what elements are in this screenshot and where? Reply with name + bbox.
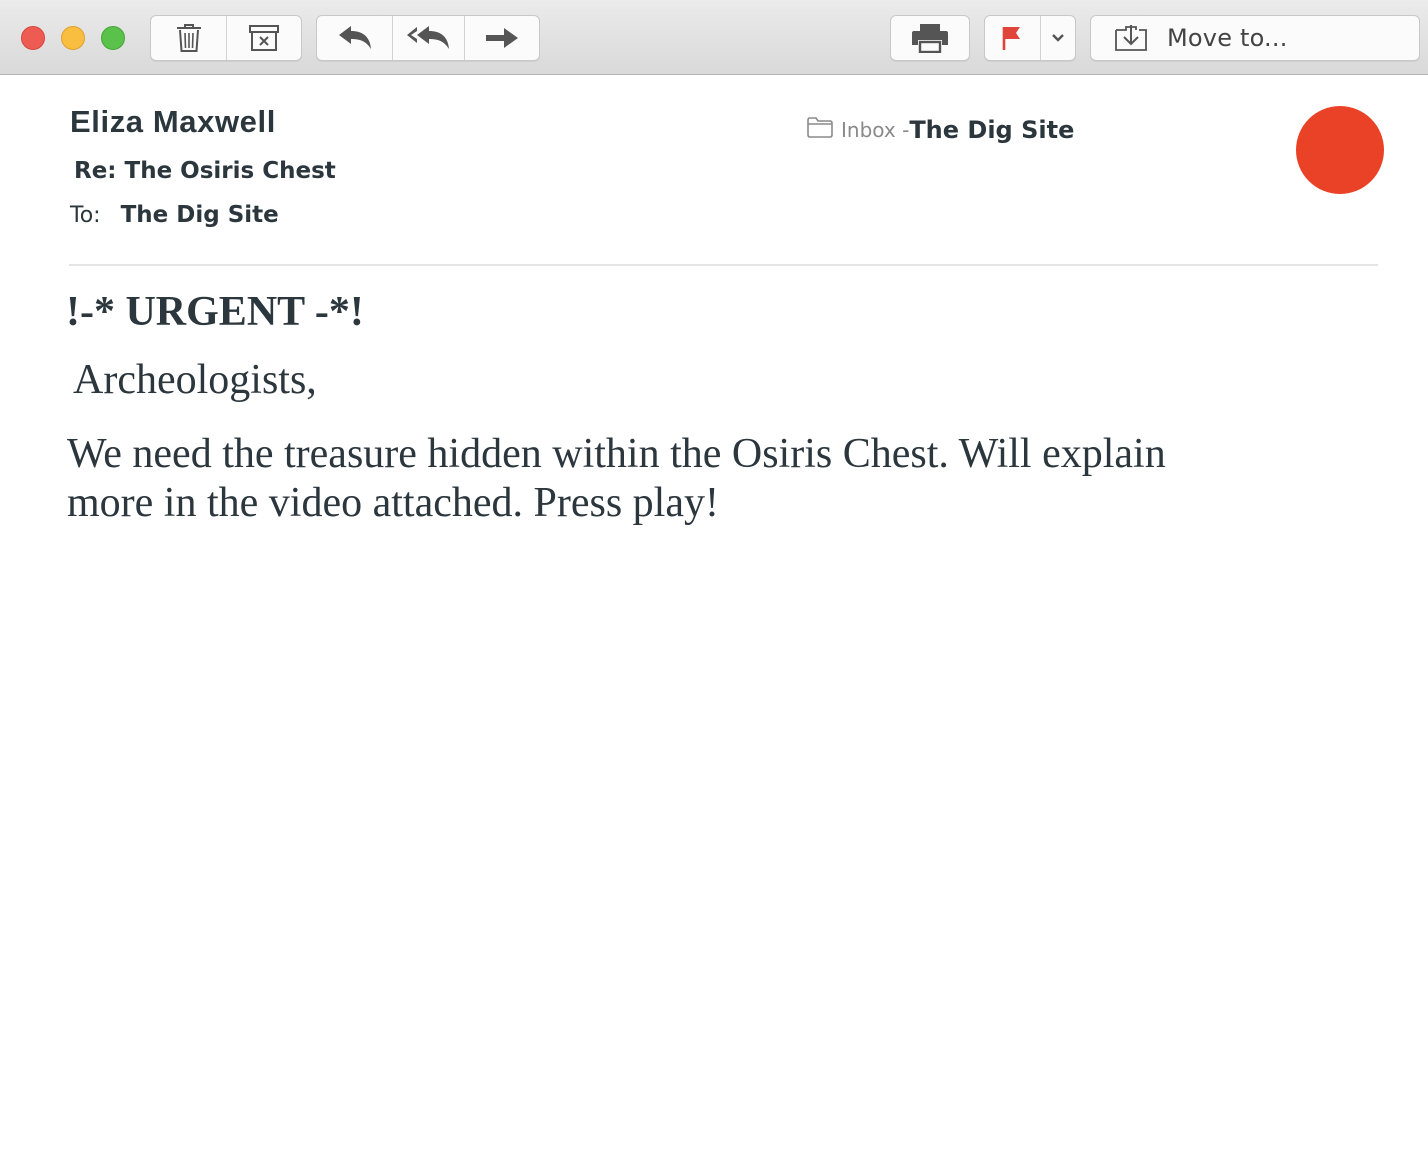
print-button[interactable] bbox=[891, 16, 969, 60]
message-greeting: Archeologists, bbox=[73, 357, 317, 403]
flag-button[interactable] bbox=[985, 16, 1040, 60]
print-group bbox=[890, 15, 970, 61]
message-headline: !-* URGENT -*! bbox=[66, 289, 364, 335]
move-to-button[interactable]: Move to... bbox=[1091, 16, 1419, 60]
message-text: We need the treasure hidden within the O… bbox=[67, 431, 1166, 526]
reply-all-icon bbox=[406, 25, 450, 51]
to-label: To: bbox=[70, 203, 101, 228]
flag-icon bbox=[1001, 25, 1023, 51]
reply-forward-group bbox=[316, 15, 540, 61]
header-divider bbox=[69, 264, 1378, 266]
sender-avatar bbox=[1296, 106, 1384, 194]
reply-all-button[interactable] bbox=[392, 16, 463, 60]
trash-icon bbox=[176, 23, 202, 53]
flag-group bbox=[984, 15, 1076, 61]
archive-button[interactable] bbox=[226, 16, 301, 60]
reply-icon bbox=[338, 25, 372, 51]
delete-button[interactable] bbox=[151, 16, 226, 60]
move-to-icon bbox=[1115, 24, 1147, 52]
archive-icon bbox=[249, 24, 279, 52]
delete-archive-group bbox=[150, 15, 302, 61]
recipient-line: To: The Dig Site bbox=[70, 202, 279, 228]
print-icon bbox=[911, 23, 949, 53]
close-window-button[interactable] bbox=[21, 26, 45, 50]
sender-name: Eliza Maxwell bbox=[70, 104, 276, 139]
mailbox-name[interactable]: The Dig Site bbox=[909, 116, 1074, 144]
mailbox-indicator: Inbox - The Dig Site bbox=[807, 116, 1074, 144]
flag-menu-button[interactable] bbox=[1039, 16, 1075, 60]
forward-button[interactable] bbox=[463, 16, 539, 60]
chevron-down-icon bbox=[1051, 33, 1065, 43]
recipient-name[interactable]: The Dig Site bbox=[121, 202, 279, 228]
move-to-label: Move to... bbox=[1167, 24, 1288, 52]
subject-line: Re: The Osiris Chest bbox=[74, 158, 336, 184]
move-to-group: Move to... bbox=[1090, 15, 1420, 61]
minimize-window-button[interactable] bbox=[61, 26, 85, 50]
forward-icon bbox=[485, 26, 519, 50]
mailbox-label: Inbox - bbox=[841, 118, 910, 142]
maximize-window-button[interactable] bbox=[101, 26, 125, 50]
reply-button[interactable] bbox=[317, 16, 392, 60]
folder-icon bbox=[807, 117, 833, 143]
mail-toolbar: Move to... bbox=[0, 0, 1428, 75]
